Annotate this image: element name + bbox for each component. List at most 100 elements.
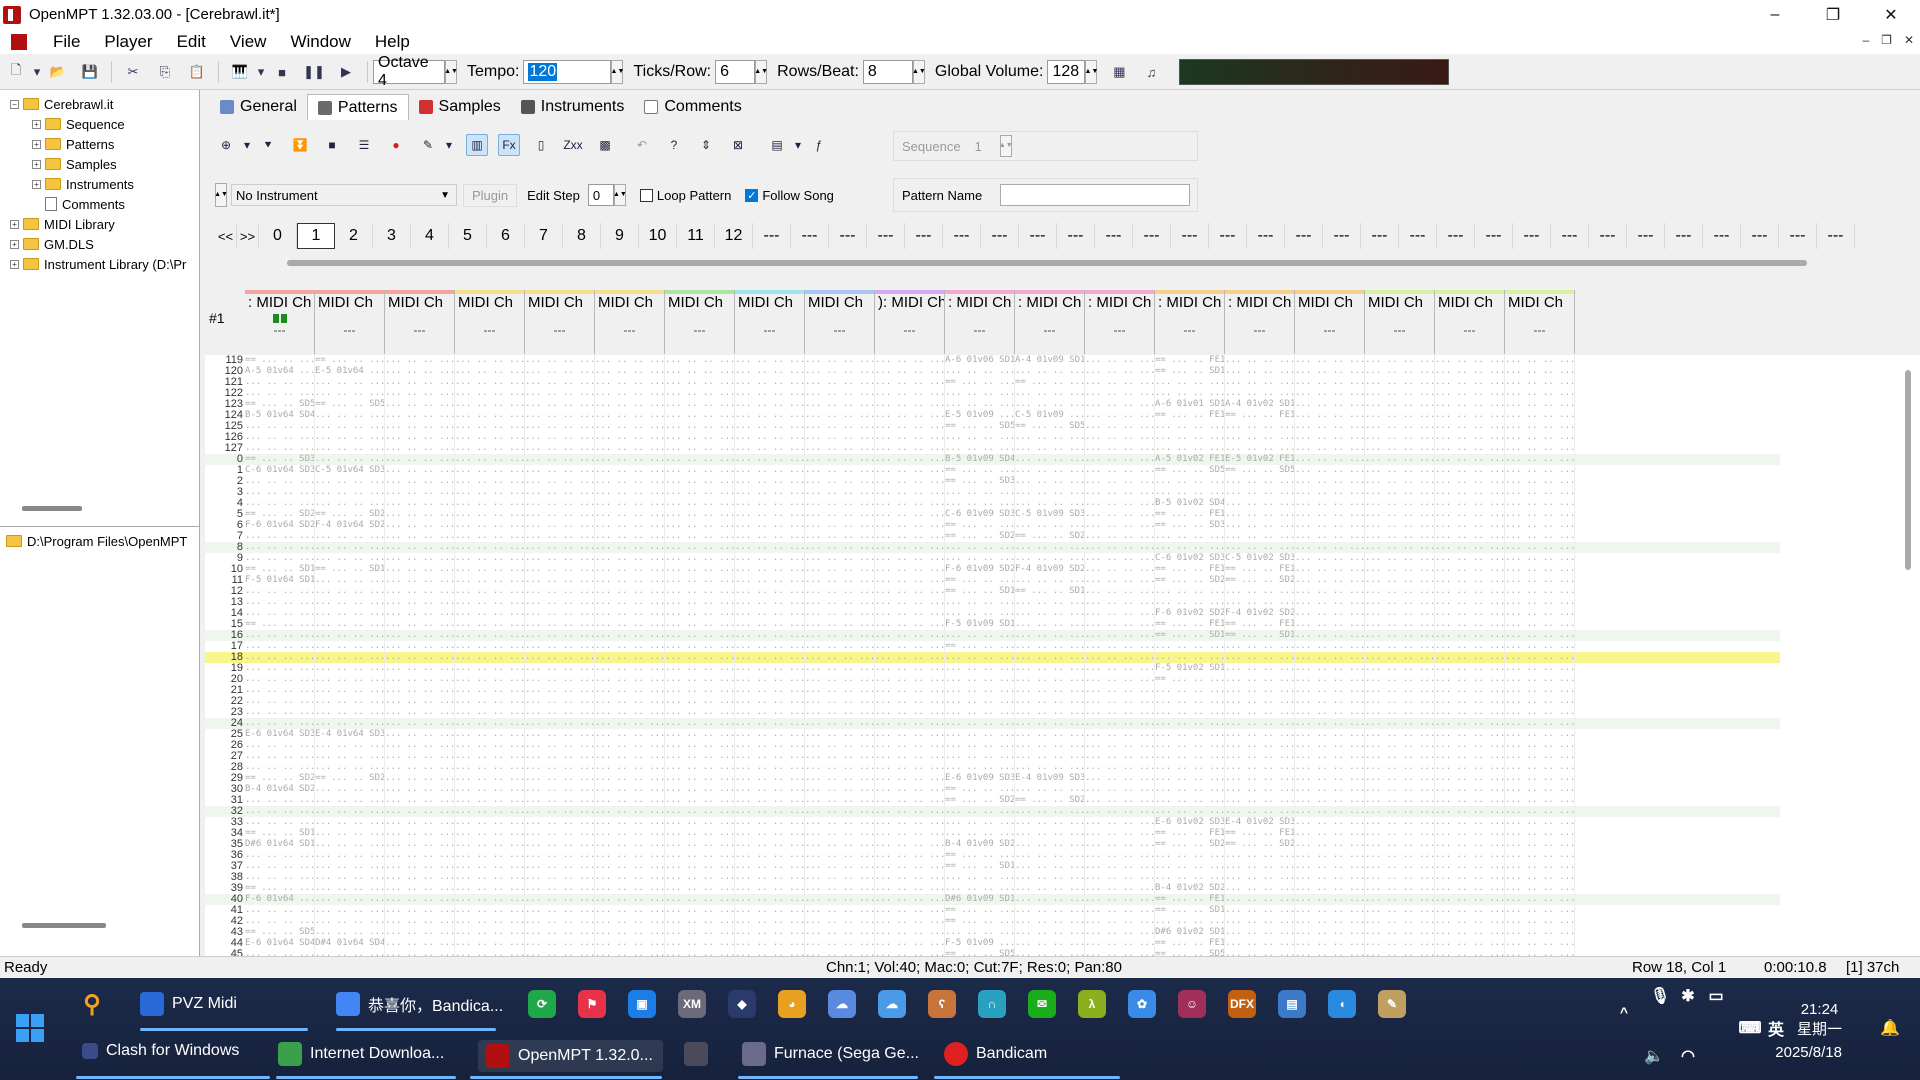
pattern-row[interactable]: 1 C-6 01v64 SD3 C-5 01v64 SD3... .. .. ...… (205, 465, 1780, 476)
order-item[interactable]: --- (867, 223, 905, 249)
pattern-cell[interactable]: ... .. .. ... (1085, 916, 1155, 927)
pattern-row[interactable]: 14... .. .. ...... .. .. ...... .. .. ..… (205, 608, 1780, 619)
pattern-cell[interactable]: ... .. .. ... (1505, 377, 1575, 388)
pattern-cell[interactable]: ... .. .. ... (385, 718, 455, 729)
pattern-cell[interactable]: ... .. .. ... (385, 949, 455, 956)
pattern-cell[interactable]: ... .. .. ... (735, 839, 805, 850)
pattern-cell[interactable]: ... .. .. ... (525, 443, 595, 454)
pattern-cell[interactable]: ... .. .. ... (595, 619, 665, 630)
pattern-cell[interactable]: ... .. .. ... (1295, 938, 1365, 949)
expand-icon[interactable]: + (10, 239, 19, 249)
pattern-cell[interactable]: ... .. .. ... (875, 784, 945, 795)
pattern-cell[interactable]: ... .. .. ... (385, 773, 455, 784)
channel-header[interactable]: MIDI Ch --- (315, 290, 385, 354)
ticks-row-input[interactable]: 6 (715, 60, 756, 84)
taskbar-app-pvz-midi[interactable]: PVZ Midi (140, 992, 237, 1016)
pattern-cell[interactable]: ... .. .. ... (875, 575, 945, 586)
tab-general[interactable]: General (210, 94, 307, 120)
pattern-cell[interactable]: ... .. .. ... (1015, 839, 1085, 850)
pattern-cell[interactable]: ... .. .. ... (385, 421, 455, 432)
pattern-cell[interactable]: ... .. .. ... (385, 850, 455, 861)
pattern-cell[interactable]: ... .. .. ... (1365, 432, 1435, 443)
pattern-cell[interactable]: ... .. .. ... (595, 674, 665, 685)
pattern-cell[interactable]: ... .. .. ... (1505, 520, 1575, 531)
pattern-cell[interactable]: ... .. .. ... (1155, 443, 1225, 454)
pattern-cell[interactable]: ... .. .. ... (1295, 421, 1365, 432)
pattern-cell[interactable]: ... .. .. ... (1085, 465, 1155, 476)
start-button[interactable] (16, 1014, 44, 1042)
pattern-cell[interactable]: ... .. .. ... (1015, 432, 1085, 443)
expand-icon[interactable]: + (10, 259, 19, 269)
pattern-cell[interactable]: F-5 01v64 SD1 (245, 575, 315, 586)
pattern-cell[interactable]: ... .. .. ... (245, 740, 315, 751)
pattern-cell[interactable]: ... .. .. ... (1085, 751, 1155, 762)
pattern-cell[interactable]: ... .. .. ... (735, 630, 805, 641)
pattern-cell[interactable]: == ... .. SD5 (245, 399, 315, 410)
pattern-cell[interactable]: ... .. .. ... (525, 707, 595, 718)
pattern-cell[interactable]: == ... .. SD2 (1155, 839, 1225, 850)
pattern-cell[interactable]: == ... .. FE1 (1155, 355, 1225, 366)
pattern-cell[interactable]: ... .. .. ... (1225, 949, 1295, 956)
taskbar-app-openmpt[interactable]: OpenMPT 1.32.0... (478, 1040, 663, 1072)
pattern-cell[interactable]: ... .. .. ... (1435, 520, 1505, 531)
pattern-cell[interactable]: ... .. .. ... (1295, 509, 1365, 520)
pattern-cell[interactable]: ... .. .. ... (875, 740, 945, 751)
pattern-cell[interactable]: == ... .. FE1 (1155, 828, 1225, 839)
pattern-cell[interactable]: ... .. .. ... (1365, 949, 1435, 956)
pattern-cell[interactable]: ... .. .. ... (945, 498, 1015, 509)
expand-icon[interactable]: + (32, 139, 41, 149)
pattern-cell[interactable]: ... .. .. ... (1155, 784, 1225, 795)
wifi-icon[interactable]: ◠ (1674, 1042, 1702, 1070)
pattern-cell[interactable]: ... .. .. ... (525, 377, 595, 388)
store-app-icon[interactable]: ▣ (628, 990, 656, 1018)
pattern-cell[interactable]: A-6 01v01 SD1 (1155, 399, 1225, 410)
pattern-cell[interactable]: ... .. .. ... (245, 531, 315, 542)
maximize-button[interactable]: ❐ (1804, 0, 1862, 29)
pattern-cell[interactable]: ... .. .. ... (875, 520, 945, 531)
pattern-cell[interactable]: ... .. .. ... (1155, 718, 1225, 729)
pattern-cell[interactable]: ... .. .. ... (1505, 421, 1575, 432)
pattern-cell[interactable]: ... .. .. ... (1365, 839, 1435, 850)
pattern-cell[interactable]: ... .. .. ... (1085, 674, 1155, 685)
pattern-cell[interactable]: ... .. .. ... (735, 476, 805, 487)
pattern-row[interactable]: 20... .. .. ...... .. .. ...... .. .. ..… (205, 674, 1780, 685)
pattern-cell[interactable]: ... .. .. ... (1225, 652, 1295, 663)
pattern-cell[interactable]: ... .. .. ... (1435, 454, 1505, 465)
stop-icon[interactable]: ■ (272, 62, 292, 82)
midi-macro-icon[interactable]: ▩ (594, 134, 616, 156)
pattern-cell[interactable]: ... .. .. ... (665, 608, 735, 619)
pattern-cell[interactable]: == ... .. SD5 (1155, 465, 1225, 476)
pattern-cell[interactable]: ... .. .. ... (1365, 850, 1435, 861)
pattern-cell[interactable]: ... .. .. ... (805, 377, 875, 388)
pattern-cell[interactable]: ... .. .. ... (1365, 454, 1435, 465)
pattern-cell[interactable]: ... .. .. ... (805, 773, 875, 784)
pattern-cell[interactable]: ... .. .. ... (455, 740, 525, 751)
pattern-row[interactable]: 18... .. .. ...... .. .. ...... .. .. ..… (205, 652, 1780, 663)
pattern-cell[interactable]: ... .. .. ... (315, 388, 385, 399)
channel-view-dropdown-icon[interactable]: ▾ (793, 134, 803, 156)
pattern-cell[interactable]: ... .. .. ... (1295, 564, 1365, 575)
pattern-cell[interactable]: ... .. .. ... (1365, 916, 1435, 927)
pattern-cell[interactable]: ... .. .. ... (1225, 685, 1295, 696)
pattern-cell[interactable]: ... .. .. ... (875, 949, 945, 956)
pattern-cell[interactable]: ... .. .. ... (1085, 520, 1155, 531)
pattern-cell[interactable]: ... .. .. ... (945, 487, 1015, 498)
pattern-cell[interactable]: ... .. .. ... (315, 652, 385, 663)
pattern-cell[interactable]: ... .. .. ... (1015, 872, 1085, 883)
pattern-cell[interactable]: ... .. .. ... (1085, 795, 1155, 806)
pattern-cell[interactable]: ... .. .. ... (1295, 454, 1365, 465)
pattern-cell[interactable]: ... .. .. ... (1365, 740, 1435, 751)
pattern-cell[interactable]: ... .. .. ... (455, 619, 525, 630)
pattern-cell[interactable]: ... .. .. ... (525, 487, 595, 498)
pattern-cell[interactable]: ... .. .. ... (455, 729, 525, 740)
pattern-cell[interactable]: ... .. .. ... (805, 542, 875, 553)
pattern-cell[interactable]: ... .. .. ... (1435, 575, 1505, 586)
pattern-cell[interactable]: C-6 01v02 SD3 (1155, 553, 1225, 564)
pattern-cell[interactable]: ... .. .. ... (525, 575, 595, 586)
pattern-cell[interactable]: == ... .. SD1 (1015, 586, 1085, 597)
order-item[interactable]: --- (1247, 223, 1285, 249)
pattern-cell[interactable]: ... .. .. ... (665, 861, 735, 872)
pattern-cell[interactable]: ... .. .. ... (525, 542, 595, 553)
tree-scrollbar[interactable] (22, 506, 82, 511)
pattern-cell[interactable]: ... .. .. ... (1365, 784, 1435, 795)
